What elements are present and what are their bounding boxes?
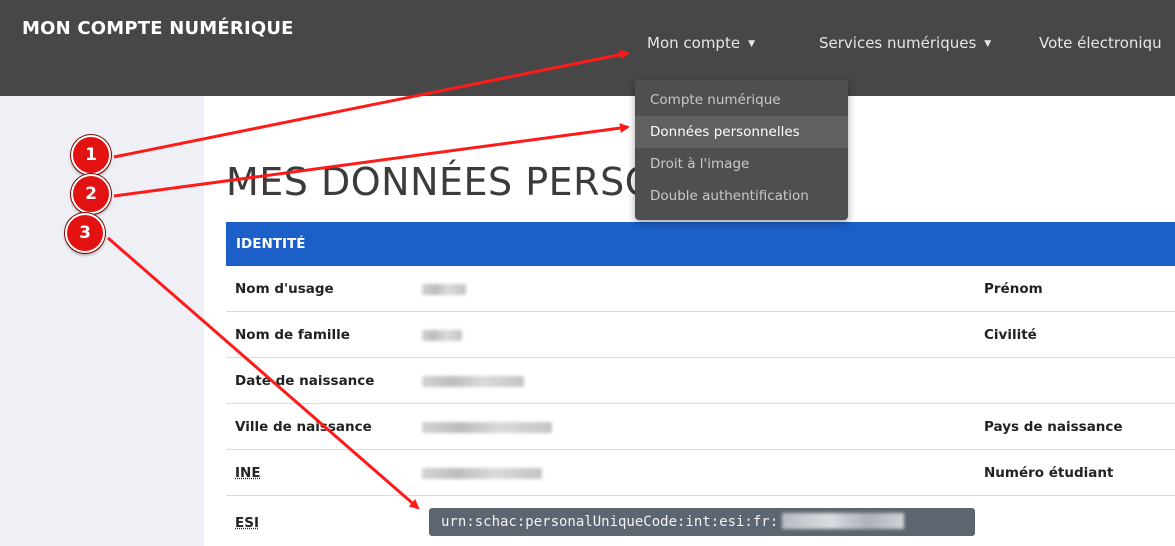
nav-mon-compte-label: Mon compte: [647, 34, 741, 52]
esi-code-text: urn:schac:personalUniqueCode:int:esi:fr:: [441, 514, 779, 530]
row-label: Ville de naissance: [235, 419, 372, 435]
dropdown-item-double-authentification[interactable]: Double authentification: [635, 180, 848, 212]
nav-vote-electronique[interactable]: Vote électroniqu: [1039, 34, 1162, 52]
top-navbar: MON COMPTE NUMÉRIQUE Mon compte ▼ Service…: [0, 0, 1175, 96]
table-row: Date de naissance: [226, 358, 1175, 404]
row-label-secondary: Civilité: [984, 327, 1037, 343]
page-title: MES DONNÉES PERSON: [226, 160, 685, 204]
redacted-value: [422, 422, 552, 433]
dropdown-item-compte-numerique[interactable]: Compte numérique: [635, 84, 848, 116]
row-label-secondary: Pays de naissance: [984, 419, 1123, 435]
row-label-secondary: Prénom: [984, 281, 1043, 297]
esi-code-value[interactable]: urn:schac:personalUniqueCode:int:esi:fr:: [429, 508, 975, 536]
nav-services-numeriques[interactable]: Services numériques ▼: [819, 34, 991, 52]
table-row: Ville de naissance Pays de naissance: [226, 404, 1175, 450]
dropdown-item-donnees-personnelles[interactable]: Données personnelles: [635, 116, 848, 148]
identity-section-header: IDENTITÉ: [226, 222, 1175, 266]
table-row: Nom de famille Civilité: [226, 312, 1175, 358]
caret-down-icon: ▼: [748, 39, 755, 49]
table-row: Nom d'usage Prénom: [226, 266, 1175, 312]
redacted-value: [422, 376, 524, 387]
nav-mon-compte[interactable]: Mon compte ▼: [647, 34, 755, 52]
annotation-badge-3: 3: [65, 213, 105, 253]
redacted-value: [422, 284, 466, 295]
mon-compte-dropdown: Compte numérique Données personnelles Dr…: [635, 80, 848, 220]
table-row: ESI urn:schac:personalUniqueCode:int:esi…: [226, 496, 1175, 546]
nav-services-label: Services numériques: [819, 34, 977, 52]
annotation-badge-1: 1: [71, 135, 111, 175]
dropdown-item-droit-image[interactable]: Droit à l'image: [635, 148, 848, 180]
row-label: Nom d'usage: [235, 281, 334, 297]
nav-vote-label: Vote électroniqu: [1039, 34, 1162, 52]
brand-title[interactable]: MON COMPTE NUMÉRIQUE: [22, 18, 294, 39]
redacted-value: [782, 513, 905, 529]
row-label-secondary: Numéro étudiant: [984, 465, 1114, 481]
row-label-ine[interactable]: INE: [235, 450, 261, 496]
annotation-badge-2: 2: [71, 174, 111, 214]
row-label: Nom de famille: [235, 327, 350, 343]
redacted-value: [422, 468, 542, 479]
identity-table: IDENTITÉ Nom d'usage Prénom Nom de famil…: [226, 222, 1175, 546]
table-row: INE Numéro étudiant: [226, 450, 1175, 496]
caret-down-icon: ▼: [984, 39, 992, 49]
row-label-esi[interactable]: ESI: [235, 496, 259, 546]
row-label: Date de naissance: [235, 373, 375, 389]
redacted-value: [422, 330, 462, 341]
